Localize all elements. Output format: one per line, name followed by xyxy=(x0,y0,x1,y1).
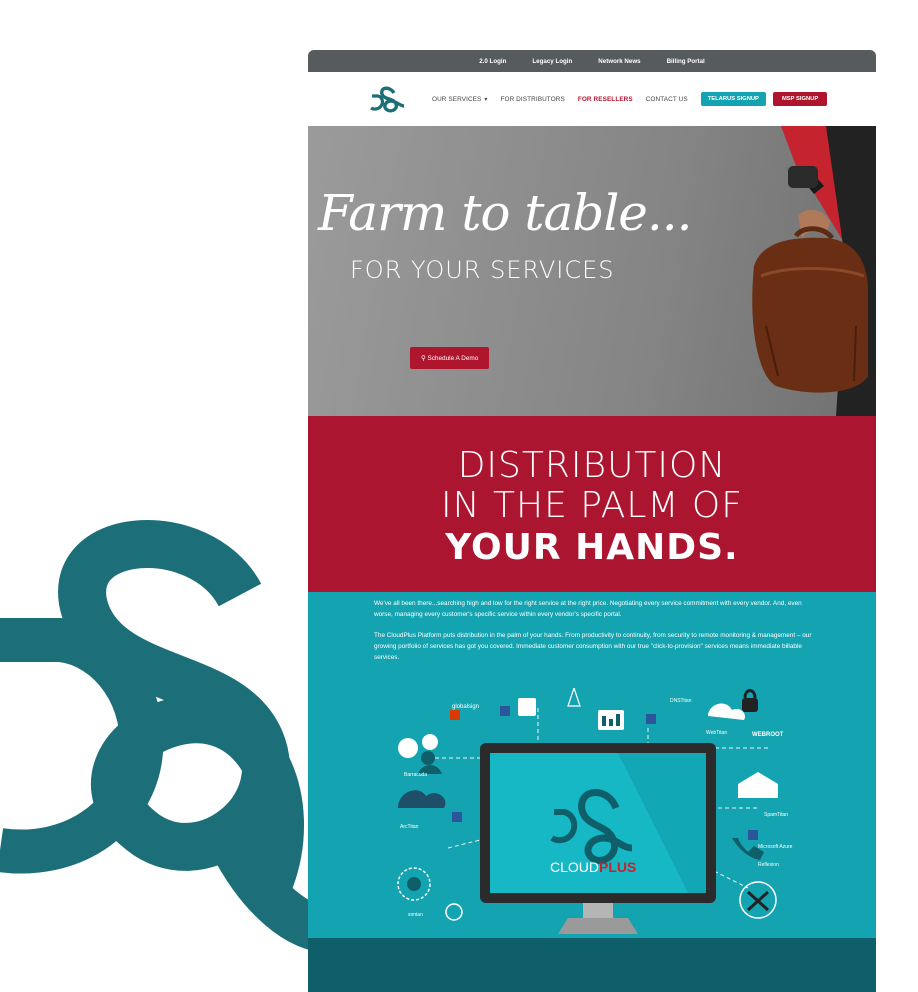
cloud-icon xyxy=(398,790,446,808)
vendor-label: Barracuda xyxy=(404,772,427,778)
platform-illustration: CLOUDPLUS globalsign DNSTitan WebTitan W… xyxy=(397,688,793,934)
lightbulb-icon: ⚲ xyxy=(421,355,426,362)
tie-icon xyxy=(567,688,581,707)
platform-section: We've all been there...searching high an… xyxy=(308,592,876,938)
vendor-label: WebTitan xyxy=(706,730,727,736)
hero-subheadline: FOR YOUR SERVICES xyxy=(350,256,615,284)
heading-line-1: DISTRIBUTION xyxy=(457,445,727,486)
calendar-icon xyxy=(518,698,536,716)
nav-contact-us[interactable]: CONTACT US xyxy=(646,96,688,103)
billing-portal-link[interactable]: Billing Portal xyxy=(667,58,705,65)
heading-line-2: IN THE PALM OF xyxy=(441,485,743,526)
vendor-label: ArcTitan xyxy=(400,824,419,830)
word-app-icon xyxy=(500,706,510,716)
monitor-brand-text: CLOUDPLUS xyxy=(550,859,636,875)
heading-line-3: YOUR HANDS. xyxy=(445,527,739,568)
vendor-label: sonian xyxy=(408,912,423,918)
website-screenshot: 2.0 Login Legacy Login Network News Bill… xyxy=(308,50,876,992)
vendor-label: DNSTitan xyxy=(670,698,692,704)
envelope-icon xyxy=(738,772,778,798)
chevron-down-icon: ▾ xyxy=(484,96,488,103)
outlook-app-icon xyxy=(452,812,462,822)
legacy-login-link[interactable]: Legacy Login xyxy=(532,58,572,65)
background-logo-icon xyxy=(0,520,330,953)
teams-app-icon xyxy=(646,714,656,724)
power-icon xyxy=(445,903,463,921)
intro-paragraph: We've all been there...searching high an… xyxy=(374,600,802,618)
vendor-label: Microsoft Azure xyxy=(758,844,793,850)
cloud-upload-icon xyxy=(708,703,746,720)
vendor-label: SpamTitan xyxy=(764,812,788,818)
distribution-heading: DISTRIBUTION IN THE PALM OF YOUR HANDS. xyxy=(308,416,876,592)
msp-signup-button[interactable]: MSP SIGNUP xyxy=(772,92,828,106)
cloudplus-logo-icon[interactable] xyxy=(368,84,408,114)
nav-for-distributors[interactable]: FOR DISTRIBUTORS xyxy=(501,96,565,103)
businessman-briefcase-image xyxy=(752,126,876,416)
hero-headline: Farm to table... xyxy=(318,184,693,242)
vendor-label: Reflexion xyxy=(758,862,779,868)
office-app-icon xyxy=(450,710,460,720)
vendor-label: WEBROOT xyxy=(752,732,784,738)
nav-our-services[interactable]: OUR SERVICES ▾ xyxy=(432,96,488,103)
login-2-link[interactable]: 2.0 Login xyxy=(479,58,506,65)
schedule-demo-button[interactable]: ⚲ Schedule A Demo xyxy=(410,347,490,369)
lock-icon xyxy=(742,698,758,712)
vendor-label: globalsign xyxy=(452,704,479,710)
utility-bar: 2.0 Login Legacy Login Network News Bill… xyxy=(308,50,876,72)
nav-for-resellers[interactable]: FOR RESELLERS xyxy=(578,96,633,103)
chat-bubble-icon xyxy=(398,738,418,758)
main-nav: OUR SERVICES ▾ FOR DISTRIBUTORS FOR RESEL… xyxy=(308,72,876,126)
telarus-signup-button[interactable]: TELARUS SIGNUP xyxy=(700,92,766,106)
hero-banner: Farm to table... FOR YOUR SERVICES ⚲ Sch… xyxy=(308,126,876,416)
exchange-app-icon xyxy=(748,830,758,840)
footer-band xyxy=(308,938,876,992)
network-news-link[interactable]: Network News xyxy=(598,58,640,65)
platform-paragraph: The CloudPlus Platform puts distribution… xyxy=(374,632,812,661)
